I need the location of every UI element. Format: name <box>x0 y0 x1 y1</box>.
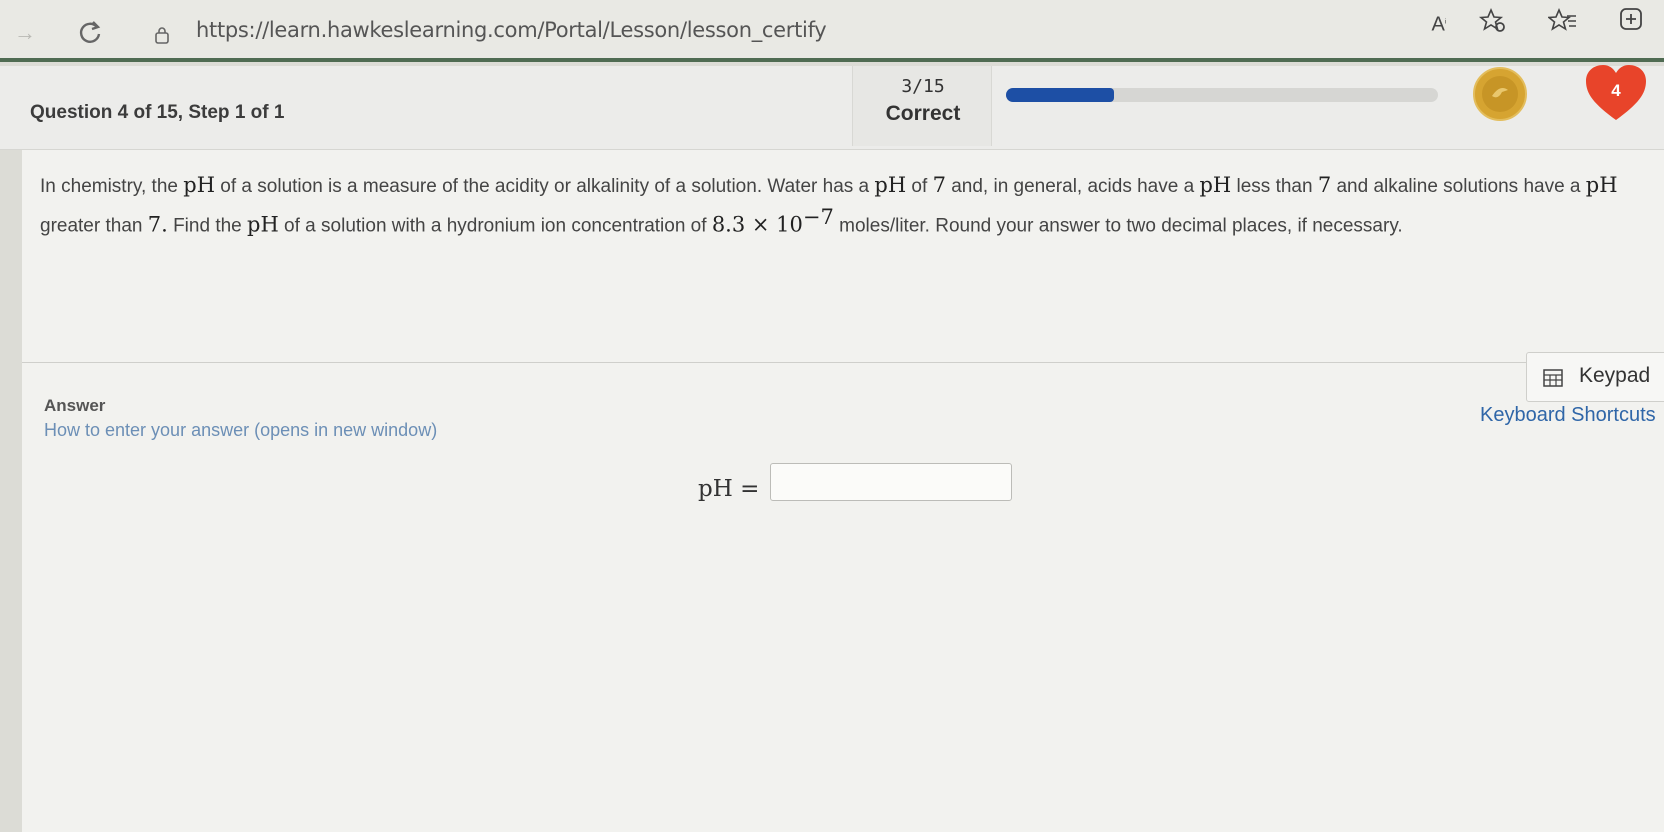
math-ph: pH <box>247 212 279 237</box>
collections-icon[interactable] <box>1616 4 1646 34</box>
keyboard-shortcuts-link[interactable]: Keyboard Shortcuts <box>1480 404 1656 427</box>
math-seven: 7 <box>1317 173 1332 197</box>
math-seven: 7 <box>932 173 946 197</box>
question-text-part: greater than <box>40 215 148 237</box>
math-ph: pH <box>1585 173 1618 197</box>
forward-icon[interactable]: → <box>14 20 36 46</box>
reload-icon[interactable] <box>76 18 104 46</box>
concentration-exponent: −7 <box>802 205 834 229</box>
favorites-list-icon[interactable] <box>1548 6 1578 36</box>
calculator-icon <box>1543 369 1563 387</box>
question-text-part: and, in general, acids have a <box>945 176 1200 197</box>
keypad-label: Keypad <box>1579 364 1651 387</box>
keypad-button[interactable]: Keypad <box>1526 352 1664 402</box>
question-text-part: less than <box>1231 176 1318 197</box>
math-seven: 7. <box>147 212 168 237</box>
ph-equation-label: pH = <box>698 476 760 502</box>
answer-help-link[interactable]: How to enter your answer (opens in new w… <box>44 420 437 441</box>
ph-answer-input[interactable] <box>770 463 1012 501</box>
progress-bar-fill <box>1006 88 1114 102</box>
answer-heading: Answer <box>44 396 106 415</box>
question-text-part: of a solution is a measure of the acidit… <box>215 176 875 197</box>
question-panel: In chemistry, the pH of a solution is a … <box>22 150 1664 832</box>
score-status: Correct <box>885 102 961 125</box>
section-divider <box>22 362 1664 363</box>
progress-bar <box>1006 88 1438 102</box>
read-aloud-label: A <box>1431 13 1445 36</box>
math-ph: pH <box>183 173 216 197</box>
lock-icon[interactable] <box>154 26 170 44</box>
score-count: 3/15 <box>901 76 945 97</box>
heart-lives-icon: 4 <box>1586 65 1646 120</box>
question-text-part: of a solution with a hydronium ion conce… <box>278 215 712 237</box>
question-text: In chemistry, the pH of a solution is a … <box>40 170 1650 241</box>
lives-count: 4 <box>1611 81 1621 100</box>
question-text-part: In chemistry, the <box>40 176 184 197</box>
browser-toolbar: → https://learn.hawkeslearning.com/Porta… <box>0 0 1664 62</box>
question-step-label: Question 4 of 15, Step 1 of 1 <box>30 102 285 123</box>
read-aloud-icon[interactable]: Aᵢ <box>1424 6 1454 36</box>
question-text-part: moles/liter. Round your answer to two de… <box>833 215 1403 237</box>
question-header: Question 4 of 15, Step 1 of 1 3/15 Corre… <box>0 65 1664 150</box>
math-ph: pH <box>874 173 907 197</box>
math-ph: pH <box>1199 173 1232 197</box>
concentration-value: 8.3 × 10 <box>711 212 803 237</box>
coin-icon[interactable] <box>1472 66 1528 122</box>
score-box: 3/15 Correct <box>852 66 992 146</box>
question-text-part: Find the <box>167 215 248 237</box>
question-text-part: of <box>906 176 933 197</box>
favorite-star-icon[interactable] <box>1478 6 1508 36</box>
address-bar[interactable]: https://learn.hawkeslearning.com/Portal/… <box>196 18 827 42</box>
question-text-part: and alkaline solutions have a <box>1331 176 1586 197</box>
